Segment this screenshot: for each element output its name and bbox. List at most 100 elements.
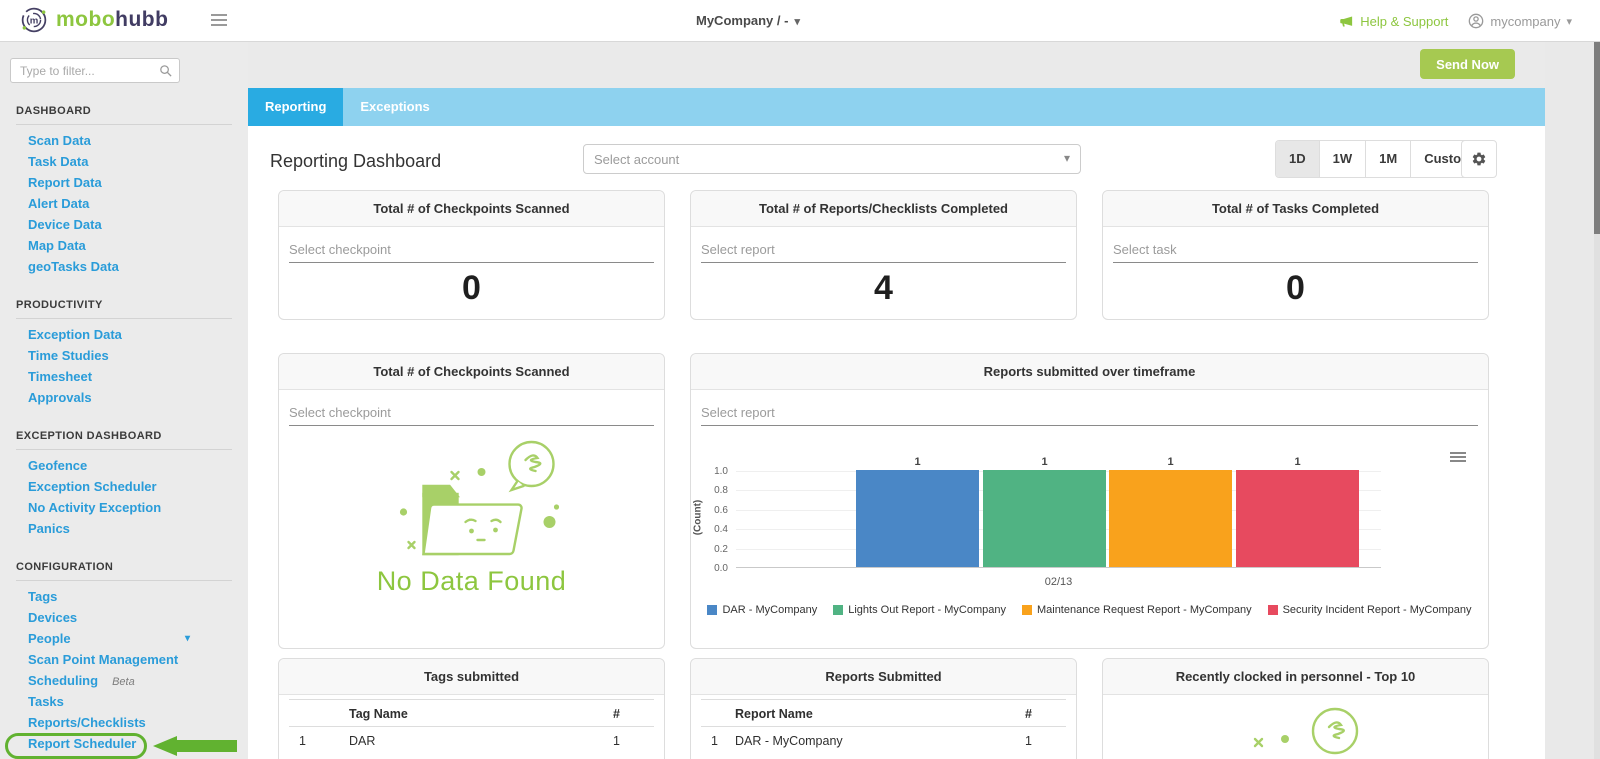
user-name: mycompany [1490, 14, 1560, 29]
app-logo: m mobohubb [20, 6, 168, 34]
bar-lights-out-report-mycompany[interactable]: 1 [983, 470, 1106, 567]
card-title: Total # of Reports/Checklists Completed [691, 191, 1076, 227]
no-data-illustration [359, 436, 584, 564]
legend-swatch [833, 605, 843, 615]
legend-label: Lights Out Report - MyCompany [848, 604, 1006, 616]
menu-icon[interactable] [211, 14, 227, 29]
sidebar-item-time-studies[interactable]: Time Studies [0, 345, 248, 366]
chevron-down-icon: ▾ [794, 16, 800, 28]
settings-button[interactable] [1461, 140, 1497, 178]
sidebar-section-title-configuration: CONFIGURATION [16, 561, 232, 573]
bar-security-incident-report-mycompany[interactable]: 1 [1236, 470, 1359, 567]
divider [16, 124, 232, 125]
table-row: 1DAR1 [289, 727, 654, 755]
sidebar-item-scan-point-management[interactable]: Scan Point Management [0, 649, 248, 670]
sidebar-item-label: Devices [28, 610, 77, 625]
sidebar-item-exception-scheduler[interactable]: Exception Scheduler [0, 476, 248, 497]
sidebar-item-label: Tasks [28, 694, 64, 709]
chart-legend: DAR - MyCompanyLights Out Report - MyCom… [691, 604, 1488, 616]
checkpoint-select-input[interactable] [289, 400, 654, 426]
sidebar-item-alert-data[interactable]: Alert Data [0, 193, 248, 214]
tab-bar: Reporting Exceptions [248, 88, 1545, 126]
y-tick-label: 0.4 [694, 524, 728, 535]
sidebar-item-approvals[interactable]: Approvals [0, 387, 248, 408]
report-select-input[interactable] [701, 237, 1066, 263]
chart-menu-icon[interactable] [1450, 452, 1466, 464]
bar-data-label: 1 [856, 456, 979, 468]
sidebar-item-label: Scan Point Management [28, 652, 178, 667]
sidebar-item-tags[interactable]: Tags [0, 586, 248, 607]
sidebar-item-label: No Activity Exception [28, 500, 161, 515]
scrollbar-thumb[interactable] [1594, 42, 1600, 234]
sidebar-item-scheduling[interactable]: SchedulingBeta [0, 670, 248, 691]
sidebar-item-geofence[interactable]: Geofence [0, 455, 248, 476]
checkpoint-select-input[interactable] [289, 237, 654, 263]
sidebar-item-exception-data[interactable]: Exception Data [0, 324, 248, 345]
reports-timeframe-chart-card: Reports submitted over timeframe (Count)… [690, 353, 1489, 649]
card-title: Total # of Tasks Completed [1103, 191, 1488, 227]
gear-icon [1471, 151, 1487, 167]
page-title: Reporting Dashboard [270, 151, 441, 172]
sidebar-item-panics[interactable]: Panics [0, 518, 248, 539]
range-1d-button[interactable]: 1D [1276, 141, 1320, 177]
row-count: 1 [584, 727, 654, 755]
bar-data-label: 1 [1109, 456, 1232, 468]
sidebar-item-device-data[interactable]: Device Data [0, 214, 248, 235]
sidebar-filter-input[interactable] [10, 58, 180, 83]
sidebar-item-scan-data[interactable]: Scan Data [0, 130, 248, 151]
sidebar-item-label: Device Data [28, 217, 102, 232]
user-menu[interactable]: mycompany ▾ [1468, 13, 1572, 29]
bar-data-label: 1 [1236, 456, 1359, 468]
sidebar-item-label: People [28, 631, 71, 646]
send-now-button[interactable]: Send Now [1420, 49, 1515, 79]
bar-maintenance-request-report-mycompany[interactable]: 1 [1109, 470, 1232, 567]
tags-table: Tag Name # 1DAR1 [289, 699, 654, 755]
chevron-down-icon: ▾ [1064, 151, 1070, 165]
checkpoints-nodata-card: Total # of Checkpoints Scanned [278, 353, 665, 649]
logo-icon: m [20, 6, 48, 34]
stat-card-reports: Total # of Reports/Checklists Completed … [690, 190, 1077, 320]
sidebar-item-label: Exception Data [28, 327, 122, 342]
sidebar-item-reports-checklists[interactable]: Reports/Checklists [0, 712, 248, 733]
table-header-row: Tag Name # [289, 699, 654, 727]
range-1m-button[interactable]: 1M [1366, 141, 1411, 177]
card-title: Tags submitted [279, 659, 664, 695]
sidebar-item-map-data[interactable]: Map Data [0, 235, 248, 256]
y-tick-label: 0.8 [694, 485, 728, 496]
sidebar-item-geotasks-data[interactable]: geoTasks Data [0, 256, 248, 277]
report-select-input[interactable] [701, 400, 1478, 426]
column-header: Report Name [735, 700, 996, 726]
reporting-panel: Reporting Dashboard ▾ 1D 1W 1M Custom To… [248, 126, 1545, 759]
sidebar-item-report-data[interactable]: Report Data [0, 172, 248, 193]
scrollbar-track[interactable] [1594, 42, 1600, 759]
top-header: m mobohubb MyCompany / -▾ Help & Support… [0, 0, 1600, 42]
tab-exceptions[interactable]: Exceptions [343, 88, 446, 126]
bar-dar-mycompany[interactable]: 1 [856, 470, 979, 567]
no-data-message: No Data Found [279, 566, 664, 597]
sidebar-item-task-data[interactable]: Task Data [0, 151, 248, 172]
company-selector[interactable]: MyCompany / -▾ [696, 0, 800, 43]
sidebar-section-title-exception-dashboard: EXCEPTION DASHBOARD [16, 430, 232, 442]
table-row: 1DAR - MyCompany1 [701, 727, 1066, 755]
help-support-link[interactable]: Help & Support [1339, 14, 1448, 29]
sidebar-nav: DASHBOARDScan DataTask DataReport DataAl… [0, 105, 248, 754]
date-range-group: 1D 1W 1M Custom [1275, 140, 1487, 178]
legend-swatch [1268, 605, 1278, 615]
stat-value: 4 [691, 269, 1076, 308]
range-1w-button[interactable]: 1W [1320, 141, 1367, 177]
account-select[interactable]: ▾ [583, 144, 1081, 174]
sidebar-item-timesheet[interactable]: Timesheet [0, 366, 248, 387]
task-select-input[interactable] [1113, 237, 1478, 263]
sidebar-item-people[interactable]: People ▾ [0, 628, 248, 649]
sidebar-item-devices[interactable]: Devices [0, 607, 248, 628]
reports-table: Report Name # 1DAR - MyCompany1 [701, 699, 1066, 755]
sidebar-item-report-scheduler[interactable]: Report Scheduler [0, 733, 248, 754]
right-gutter [1545, 42, 1600, 759]
tab-reporting[interactable]: Reporting [248, 88, 343, 126]
sidebar-item-label: Map Data [28, 238, 86, 253]
sidebar-item-tasks[interactable]: Tasks [0, 691, 248, 712]
legend-label: Maintenance Request Report - MyCompany [1037, 604, 1252, 616]
sidebar-item-no-activity-exception[interactable]: No Activity Exception [0, 497, 248, 518]
account-select-input[interactable] [584, 145, 1080, 173]
chevron-down-icon: ▾ [185, 628, 190, 649]
